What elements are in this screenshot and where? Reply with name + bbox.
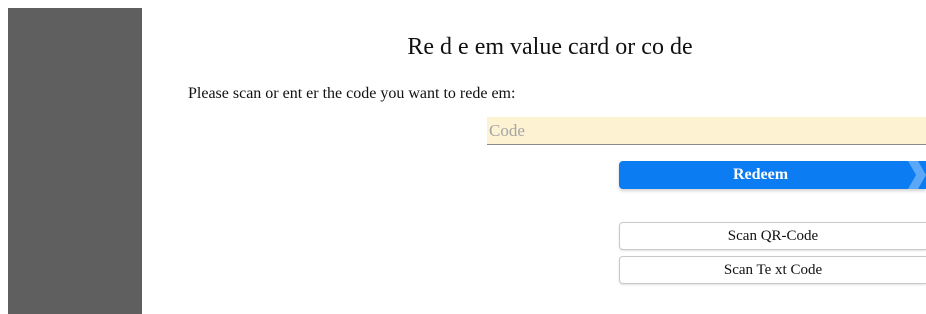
redeem-screen: Re d e em value card or co de Please sca… (0, 0, 926, 314)
scan-text-code-label: Scan Te xt Code (723, 261, 823, 278)
scan-qr-code-label: Scan QR-Code (727, 227, 819, 244)
code-input[interactable] (487, 117, 926, 145)
scan-text-code-button[interactable]: Scan Te xt Code (619, 256, 926, 284)
scan-qr-code-button[interactable]: Scan QR-Code (619, 222, 926, 250)
page-title: Re d e em value card or co de (407, 34, 693, 60)
chevron-right-icon (908, 161, 926, 189)
instruction-text: Please scan or ent er the code you want … (188, 85, 516, 102)
redeem-button-label: Redeem (732, 166, 789, 183)
sidebar-panel (8, 8, 142, 314)
redeem-button[interactable]: Redeem (619, 161, 926, 189)
